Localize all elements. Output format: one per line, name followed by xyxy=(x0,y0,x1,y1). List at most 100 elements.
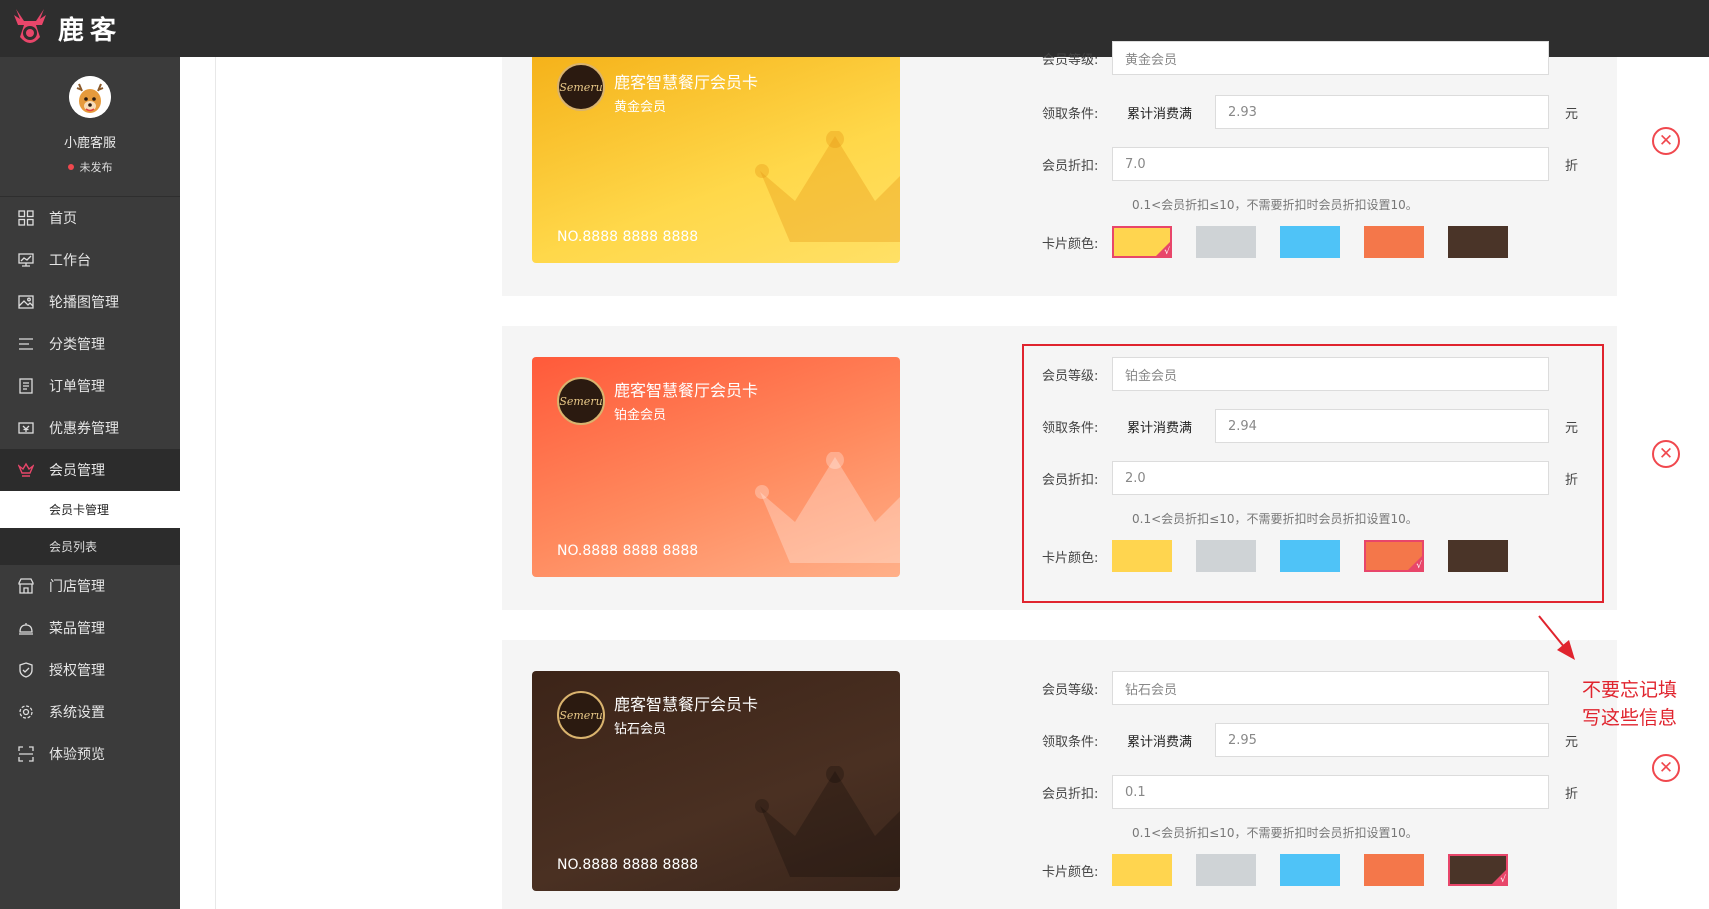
unit-yuan: 元 xyxy=(1565,106,1579,122)
discount-hint: 0.1<会员折扣≤10，不需要折扣时会员折扣设置10。 xyxy=(1132,826,1418,840)
unit-zhe: 折 xyxy=(1565,158,1579,174)
card-level: 黄金会员 xyxy=(614,100,667,115)
color-label: 卡片颜色: xyxy=(1042,236,1099,252)
nav-item-carousel[interactable]: 轮播图管理 xyxy=(0,281,180,323)
level-label: 会员等级: xyxy=(1042,682,1099,698)
nav-item-preview[interactable]: 体验预览 xyxy=(0,733,180,775)
annotation-note: 不要忘记填 写这些信息 xyxy=(1582,676,1702,732)
color-swatch[interactable] xyxy=(1196,226,1256,258)
coupon-icon xyxy=(17,419,35,437)
card-level: 钻石会员 xyxy=(614,722,667,737)
card-panel-diamond: Semeru 鹿客智慧餐厅会员卡 钻石会员 NO.8888 8888 8888 … xyxy=(502,640,1617,909)
arrow-icon xyxy=(1538,615,1575,660)
condition-text: 累计消费满 xyxy=(1127,106,1193,122)
condition-input[interactable]: 2.93 xyxy=(1215,95,1549,129)
condition-input[interactable]: 2.95 xyxy=(1215,723,1549,757)
gear-icon xyxy=(17,703,35,721)
row-condition: 领取条件: 累计消费满 2.93 元 xyxy=(1042,95,1578,129)
app-name: 鹿客 xyxy=(58,16,123,46)
color-swatch[interactable]: √ xyxy=(1448,854,1508,886)
color-swatch[interactable] xyxy=(1364,226,1424,258)
nav-label: 优惠券管理 xyxy=(49,421,119,437)
nav-item-authorization[interactable]: 授权管理 xyxy=(0,649,180,691)
color-swatch[interactable] xyxy=(1280,854,1340,886)
avatar[interactable] xyxy=(69,76,111,118)
card-title: 鹿客智慧餐厅会员卡 xyxy=(614,381,759,400)
delete-card-button[interactable]: ✕ xyxy=(1652,127,1680,155)
member-card-preview: Semeru 鹿客智慧餐厅会员卡 铂金会员 NO.8888 8888 8888 xyxy=(532,357,900,577)
card-panel-gold: Semeru 鹿客智慧餐厅会员卡 黄金会员 NO.8888 8888 8888 … xyxy=(502,41,1617,296)
card-title: 鹿客智慧餐厅会员卡 xyxy=(614,73,759,92)
color-swatch[interactable] xyxy=(1112,854,1172,886)
nav-label: 体验预览 xyxy=(49,747,105,763)
nav-item-home[interactable]: 首页 xyxy=(0,197,180,239)
monitor-icon xyxy=(17,251,35,269)
image-icon xyxy=(17,293,35,311)
color-swatch[interactable]: √ xyxy=(1112,226,1172,258)
status-badge: 未发布 xyxy=(67,159,113,175)
unit-zhe: 折 xyxy=(1565,786,1579,802)
row-level: 会员等级: 黄金会员 xyxy=(1042,41,1549,75)
profile: 小鹿客服 未发布 xyxy=(0,57,180,197)
card-number: NO.8888 8888 8888 xyxy=(557,857,699,873)
nav-item-category[interactable]: 分类管理 xyxy=(0,323,180,365)
annotation-line-2: 写这些信息 xyxy=(1582,707,1678,729)
nav-item-coupons[interactable]: 优惠券管理 xyxy=(0,407,180,449)
delete-card-button[interactable]: ✕ xyxy=(1652,754,1680,782)
deer-logo-icon xyxy=(10,7,50,51)
sub-item-member-list[interactable]: 会员列表 xyxy=(0,528,180,565)
discount-input[interactable]: 7.0 xyxy=(1112,147,1549,181)
nav-label: 会员管理 xyxy=(49,463,105,479)
crown-watermark-icon xyxy=(755,766,900,877)
annotation-line-1: 不要忘记填 xyxy=(1582,679,1678,701)
color-swatch[interactable] xyxy=(1196,854,1256,886)
color-swatch[interactable] xyxy=(1280,226,1340,258)
discount-label: 会员折扣: xyxy=(1042,158,1099,174)
color-swatch[interactable] xyxy=(1448,226,1508,258)
discount-input[interactable]: 0.1 xyxy=(1112,775,1549,809)
close-icon: ✕ xyxy=(1658,757,1674,778)
nav-label: 工作台 xyxy=(49,253,91,269)
shield-icon xyxy=(17,661,35,679)
scan-icon xyxy=(17,745,35,763)
nav-item-dishes[interactable]: 菜品管理 xyxy=(0,607,180,649)
delete-card-button[interactable]: ✕ xyxy=(1652,440,1680,468)
check-icon: √ xyxy=(1500,875,1506,885)
nav-item-settings[interactable]: 系统设置 xyxy=(0,691,180,733)
list-icon xyxy=(17,335,35,353)
member-card-preview: Semeru 鹿客智慧餐厅会员卡 钻石会员 NO.8888 8888 8888 xyxy=(532,671,900,891)
nav-item-members[interactable]: 会员管理 xyxy=(0,449,180,491)
card-number: NO.8888 8888 8888 xyxy=(557,229,699,245)
color-swatch[interactable] xyxy=(1364,854,1424,886)
color-swatches: √ xyxy=(1112,854,1532,886)
unit-yuan: 元 xyxy=(1565,734,1579,750)
sidebar: 小鹿客服 未发布 首页 工作台 轮播图管理 分类管理 订单管理 优惠券管理 会员… xyxy=(0,57,180,909)
nav-label: 首页 xyxy=(49,211,77,227)
sub-label: 会员卡管理 xyxy=(49,503,110,517)
nav-label: 系统设置 xyxy=(49,705,105,721)
row-color: 卡片颜色: √ xyxy=(1042,853,1532,887)
brand-badge: Semeru xyxy=(557,691,605,739)
nav-item-orders[interactable]: 订单管理 xyxy=(0,365,180,407)
color-swatches: √ xyxy=(1112,226,1532,258)
crown-watermark-icon xyxy=(755,131,900,242)
level-input[interactable]: 钻石会员 xyxy=(1112,671,1549,705)
dish-icon xyxy=(17,619,35,637)
condition-label: 领取条件: xyxy=(1042,734,1099,750)
level-input[interactable]: 黄金会员 xyxy=(1112,41,1549,75)
logo[interactable]: 鹿客 xyxy=(10,7,122,51)
color-label: 卡片颜色: xyxy=(1042,864,1099,880)
check-icon: √ xyxy=(1164,247,1170,257)
content-divider xyxy=(215,57,216,909)
badge-text: Semeru xyxy=(559,394,603,408)
badge-text: Semeru xyxy=(559,80,603,94)
discount-label: 会员折扣: xyxy=(1042,786,1099,802)
nav-label: 门店管理 xyxy=(49,579,105,595)
nav-item-workbench[interactable]: 工作台 xyxy=(0,239,180,281)
member-card-preview: Semeru 鹿客智慧餐厅会员卡 黄金会员 NO.8888 8888 8888 xyxy=(532,57,900,263)
nav-item-stores[interactable]: 门店管理 xyxy=(0,565,180,607)
row-condition: 领取条件: 累计消费满 2.95 元 xyxy=(1042,723,1578,757)
row-color: 卡片颜色: √ xyxy=(1042,225,1532,259)
close-icon: ✕ xyxy=(1658,443,1674,464)
sub-item-member-cards[interactable]: 会员卡管理 xyxy=(0,491,180,528)
